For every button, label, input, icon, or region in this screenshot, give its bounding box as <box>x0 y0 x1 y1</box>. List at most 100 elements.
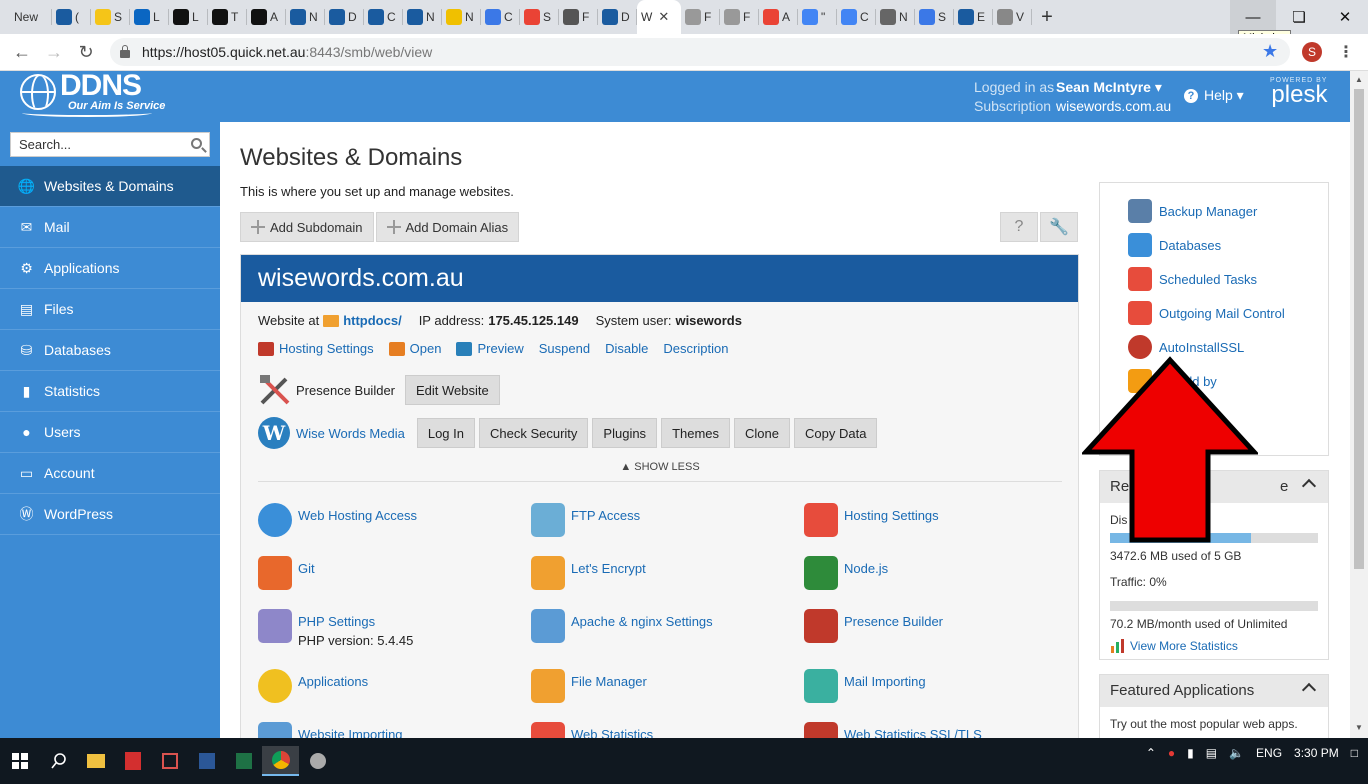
tool-git[interactable]: Git <box>258 556 528 606</box>
scroll-up-icon[interactable]: ▲ <box>1355 75 1363 84</box>
browser-tab[interactable]: F <box>720 0 760 34</box>
subscription-link[interactable]: wisewords.com.au <box>1056 98 1171 114</box>
sidebar-item-applications[interactable]: ⚙ Applications <box>0 248 220 289</box>
quick-link-databases[interactable]: Databases <box>1128 233 1221 257</box>
browser-tab[interactable]: S <box>91 0 131 34</box>
domain-link-preview[interactable]: Preview <box>456 341 524 356</box>
browser-tab[interactable]: V <box>993 0 1033 34</box>
browser-tab[interactable]: C <box>364 0 404 34</box>
app-taskbar[interactable] <box>299 746 336 776</box>
user-menu[interactable]: Sean McIntyre ▾ <box>1056 79 1162 95</box>
wrench-button[interactable]: 🔧 <box>1040 212 1078 242</box>
wp-log-in-button[interactable]: Log In <box>416 418 475 448</box>
search-input[interactable]: Search... <box>10 132 210 157</box>
browser-tab[interactable]: N <box>286 0 326 34</box>
forward-button[interactable]: → <box>38 37 70 67</box>
browser-tab[interactable]: C <box>481 0 521 34</box>
browser-tab[interactable]: N <box>442 0 482 34</box>
network-icon[interactable]: ▤ <box>1206 746 1217 760</box>
browser-tab[interactable]: E <box>954 0 994 34</box>
quick-link-outgoing-mail-control[interactable]: Outgoing Mail Control <box>1128 301 1285 325</box>
help-menu[interactable]: ? Help ▾ <box>1184 87 1244 104</box>
tool-web-statistics[interactable]: Web Statistics <box>531 722 801 738</box>
photos-taskbar[interactable] <box>151 746 188 776</box>
browser-tab[interactable]: A <box>759 0 799 34</box>
active-browser-tab[interactable]: W ✕ <box>637 0 682 34</box>
close-tab-icon[interactable]: ✕ <box>658 9 669 25</box>
chevron-up-icon[interactable] <box>1301 478 1317 494</box>
chevron-up-icon[interactable] <box>1301 682 1317 698</box>
tool-applications[interactable]: Applications <box>258 669 528 719</box>
new-tab-button[interactable]: + <box>1032 6 1062 29</box>
edit-website-button[interactable]: Edit Website <box>405 375 500 405</box>
search-icon[interactable] <box>191 138 202 149</box>
domain-link-open[interactable]: Open <box>388 341 441 356</box>
close-window-button[interactable]: ✕ <box>1322 0 1368 34</box>
help-question-button[interactable]: ? <box>1000 212 1038 242</box>
scroll-thumb[interactable] <box>1354 89 1364 569</box>
tool-php-settings[interactable]: PHP Settings PHP version: 5.4.45 <box>258 609 528 659</box>
browser-tab[interactable]: N <box>403 0 443 34</box>
sidebar-item-databases[interactable]: ⛁ Databases <box>0 330 220 371</box>
tool-mail-importing[interactable]: Mail Importing <box>804 669 1074 719</box>
address-bar[interactable]: https://host05.quick.net.au:8443/smb/web… <box>110 38 1290 66</box>
minimize-button[interactable]: — <box>1230 0 1276 34</box>
reload-button[interactable]: ↻ <box>70 37 102 67</box>
browser-tab[interactable]: L <box>169 0 209 34</box>
featured-header[interactable]: Featured Applications <box>1100 675 1328 707</box>
wp-themes-button[interactable]: Themes <box>661 418 731 448</box>
tool-hosting-settings[interactable]: Hosting Settings <box>804 503 1074 553</box>
page-scrollbar[interactable]: ▲ ▼ <box>1350 71 1368 738</box>
acrobat-taskbar[interactable] <box>114 746 151 776</box>
sidebar-item-files[interactable]: ▤ Files <box>0 289 220 330</box>
language-indicator[interactable]: ENG <box>1256 746 1282 760</box>
search-taskbar-button[interactable] <box>40 746 77 776</box>
browser-tab[interactable]: A <box>247 0 287 34</box>
tray-app-icon[interactable]: ● <box>1168 746 1175 760</box>
add-subdomain-button[interactable]: Add Subdomain <box>240 212 374 242</box>
browser-tab[interactable]: " <box>798 0 838 34</box>
wp-clone-button[interactable]: Clone <box>734 418 790 448</box>
add-domain-alias-button[interactable]: Add Domain Alias <box>375 212 520 242</box>
domain-link-hosting-settings[interactable]: Hosting Settings <box>258 341 374 356</box>
browser-tab[interactable]: L <box>130 0 170 34</box>
start-button[interactable] <box>0 746 40 776</box>
tool-web-hosting-access[interactable]: Web Hosting Access <box>258 503 528 553</box>
browser-tab[interactable]: S <box>915 0 955 34</box>
browser-menu-icon[interactable]: ⋮ <box>1338 42 1354 62</box>
notifications-icon[interactable]: □ <box>1351 746 1358 760</box>
tool-file-manager[interactable]: File Manager <box>531 669 801 719</box>
tool-web-statistics-ssl-tls[interactable]: Web Statistics SSL/TLS <box>804 722 1074 738</box>
sidebar-item-wordpress[interactable]: Ⓦ WordPress <box>0 494 220 535</box>
browser-tab[interactable]: T <box>208 0 248 34</box>
tool-node-js[interactable]: Node.js <box>804 556 1074 606</box>
sidebar-item-statistics[interactable]: ▮ Statistics <box>0 371 220 412</box>
scroll-down-icon[interactable]: ▼ <box>1355 723 1363 732</box>
domain-link-suspend[interactable]: Suspend <box>539 341 590 356</box>
domain-title[interactable]: wisewords.com.au <box>241 255 1078 302</box>
browser-tab[interactable]: D <box>325 0 365 34</box>
browser-tab[interactable]: S <box>520 0 560 34</box>
httpdocs-link[interactable]: httpdocs/ <box>343 313 402 328</box>
tray-chevron-icon[interactable]: ⌃ <box>1146 746 1156 760</box>
tool-apache-nginx-settings[interactable]: Apache & nginx Settings <box>531 609 801 659</box>
tool-ftp-access[interactable]: FTP Access <box>531 503 801 553</box>
file-explorer-taskbar[interactable] <box>77 746 114 776</box>
wordpress-site-link[interactable]: Wise Words Media <box>296 426 405 441</box>
domain-link-disable[interactable]: Disable <box>605 341 648 356</box>
tool-presence-builder[interactable]: Presence Builder <box>804 609 1074 659</box>
quick-link-scheduled-tasks[interactable]: Scheduled Tasks <box>1128 267 1257 291</box>
browser-tab[interactable]: D <box>598 0 638 34</box>
view-more-statistics-link[interactable]: View More Statistics <box>1110 639 1318 653</box>
domain-link-description[interactable]: Description <box>663 341 728 356</box>
quick-link-backup-manager[interactable]: Backup Manager <box>1128 199 1257 223</box>
browser-tab[interactable]: ( <box>52 0 92 34</box>
tool-let-s-encrypt[interactable]: Let's Encrypt <box>531 556 801 606</box>
wp-plugins-button[interactable]: Plugins <box>592 418 658 448</box>
browser-tab[interactable]: N <box>876 0 916 34</box>
browser-tab[interactable]: New <box>0 0 53 34</box>
sidebar-item-mail[interactable]: ✉ Mail <box>0 207 220 248</box>
clock[interactable]: 3:30 PM <box>1294 746 1339 760</box>
volume-icon[interactable]: 🔈 <box>1229 746 1244 760</box>
word-taskbar[interactable] <box>188 746 225 776</box>
